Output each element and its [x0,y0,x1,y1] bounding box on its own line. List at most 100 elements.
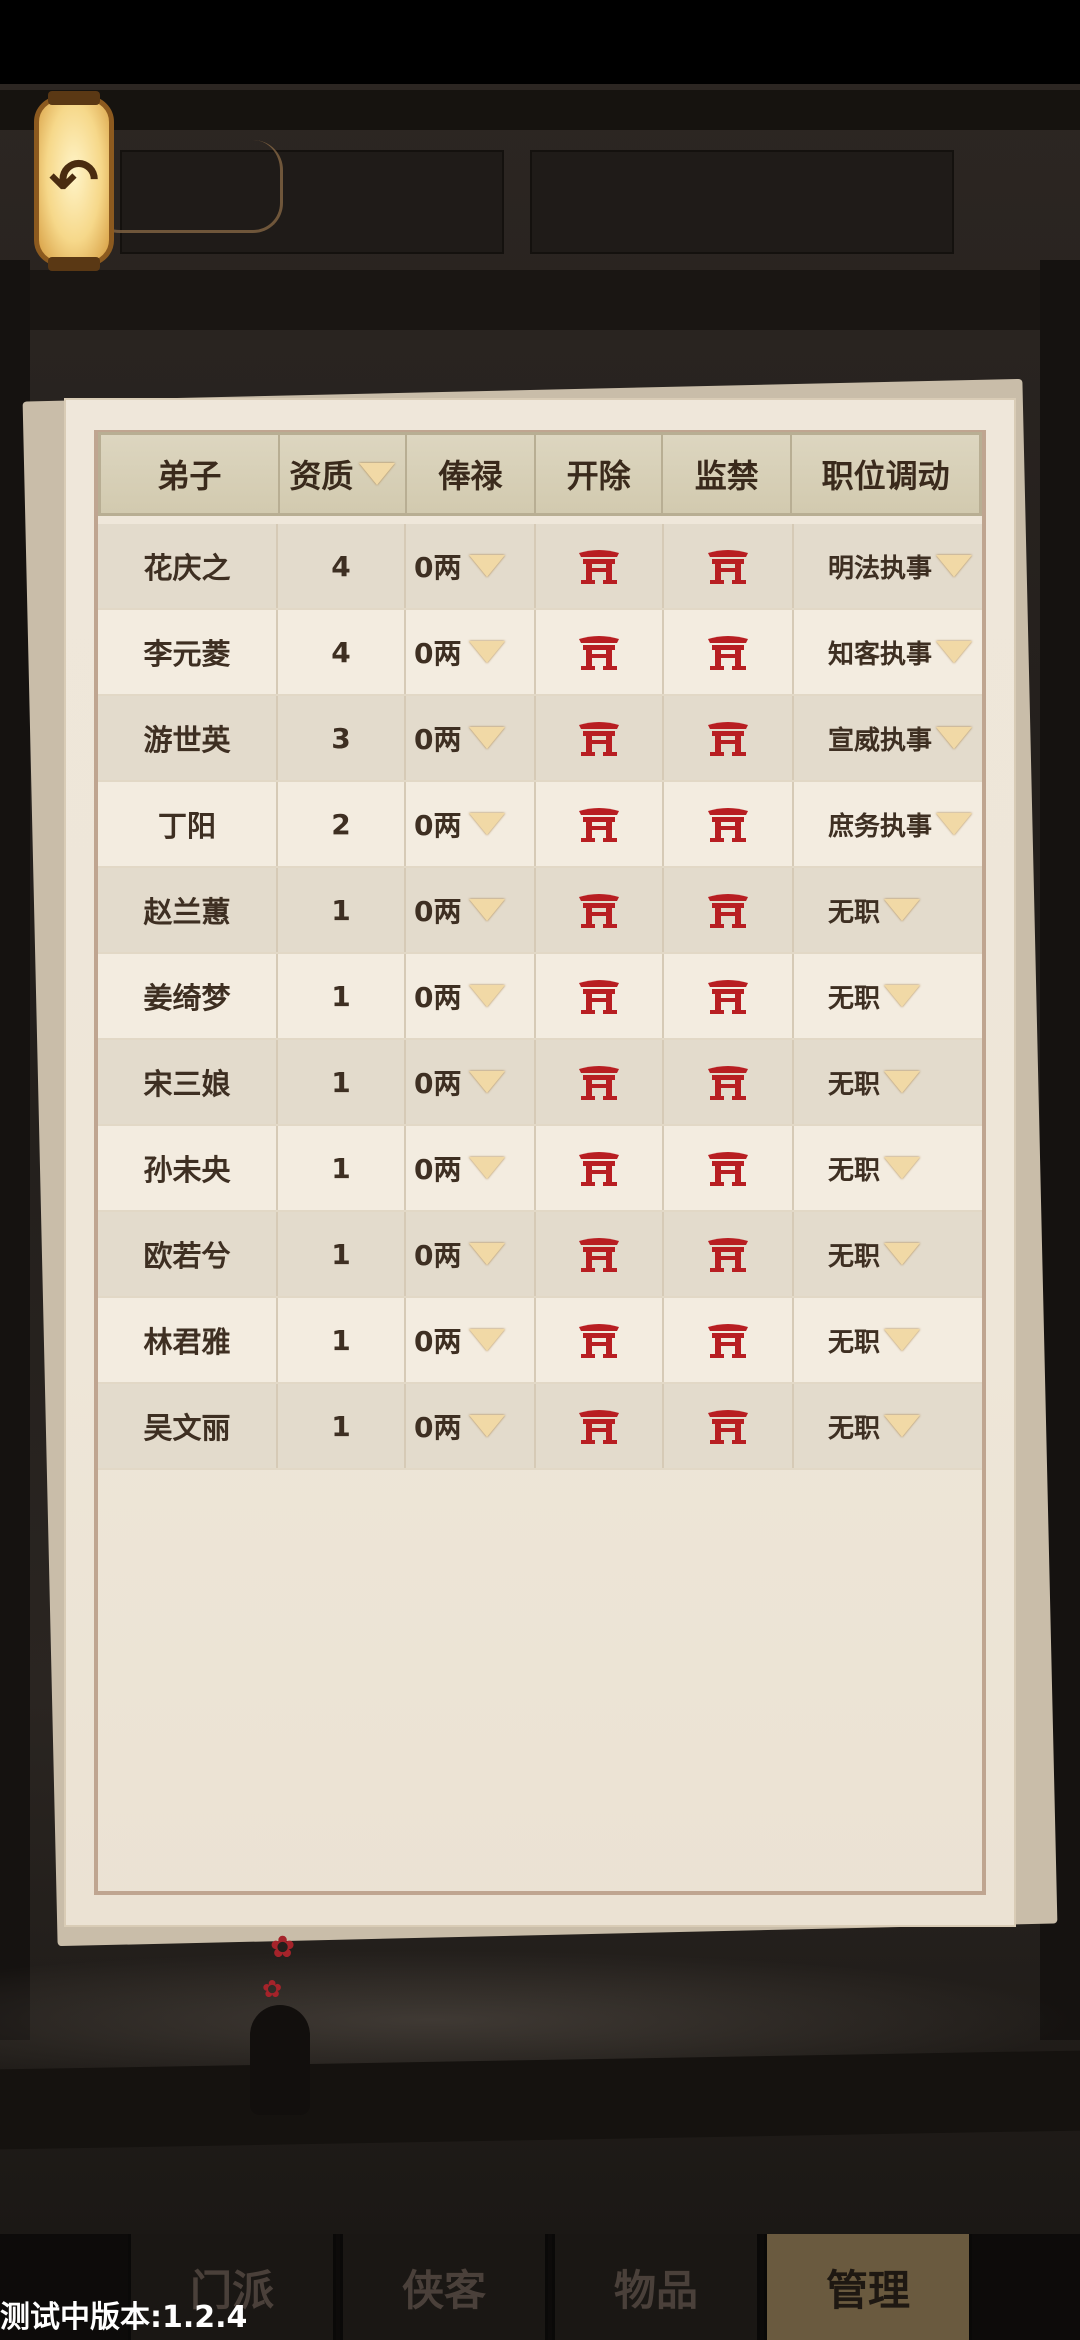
dropdown-triangle-icon [469,1329,506,1351]
position-dropdown[interactable]: 无职 [794,868,982,952]
imprison-button[interactable] [664,1384,794,1468]
aptitude-value: 1 [278,1298,406,1382]
gate-icon [708,636,748,670]
dropdown-triangle-icon [936,813,973,835]
position-dropdown[interactable]: 无职 [794,1298,982,1382]
position-dropdown[interactable]: 宣威执事 [794,696,982,780]
position-value: 知客执事 [828,639,933,670]
disciple-name: 姜绮梦 [98,954,278,1038]
dismiss-button[interactable] [536,610,664,694]
tab-manage[interactable]: 管理 [764,2234,972,2340]
dropdown-triangle-icon [469,1157,506,1179]
imprison-button[interactable] [664,1040,794,1124]
table-row: 赵兰蕙 1 0两 无职 [98,868,982,954]
dismiss-button[interactable] [536,524,664,608]
table-row: 林君雅 1 0两 无职 [98,1298,982,1384]
gate-icon [579,894,619,928]
salary-value: 0两 [414,981,462,1014]
position-value: 无职 [828,1155,881,1186]
salary-dropdown[interactable]: 0两 [406,1040,536,1124]
salary-dropdown[interactable]: 0两 [406,610,536,694]
dropdown-triangle-icon [359,463,396,485]
dismiss-button[interactable] [536,696,664,780]
salary-dropdown[interactable]: 0两 [406,954,536,1038]
dismiss-button[interactable] [536,1040,664,1124]
salary-dropdown[interactable]: 0两 [406,1126,536,1210]
salary-dropdown[interactable]: 0两 [406,524,536,608]
salary-dropdown[interactable]: 0两 [406,1384,536,1468]
vase [250,2005,310,2115]
dropdown-triangle-icon [469,813,506,835]
salary-value: 0两 [414,637,462,670]
dropdown-triangle-icon [884,899,921,921]
position-dropdown[interactable]: 明法执事 [794,524,982,608]
aptitude-value: 1 [278,1212,406,1296]
dismiss-button[interactable] [536,1298,664,1382]
dropdown-triangle-icon [936,727,973,749]
position-dropdown[interactable]: 无职 [794,1384,982,1468]
back-arrow-icon: ↶ [48,146,100,216]
header-position: 职位调动 [821,457,950,495]
salary-dropdown[interactable]: 0两 [406,696,536,780]
plum-blossom: ✿ [262,1975,283,2003]
imprison-button[interactable] [664,610,794,694]
salary-value: 0两 [414,1325,462,1358]
header-aptitude-label: 资质 [289,457,354,495]
back-button[interactable]: ↶ [34,91,114,271]
disciple-name: 游世英 [98,696,278,780]
dismiss-button[interactable] [536,954,664,1038]
dismiss-button[interactable] [536,1384,664,1468]
position-dropdown[interactable]: 知客执事 [794,610,982,694]
imprison-button[interactable] [664,524,794,608]
dismiss-button[interactable] [536,1212,664,1296]
table-row: 丁阳 2 0两 庶务执事 [98,782,982,868]
gate-icon [579,1324,619,1358]
disciple-name: 欧若兮 [98,1212,278,1296]
lattice-panel-right [530,150,954,254]
imprison-button[interactable] [664,954,794,1038]
imprison-button[interactable] [664,1126,794,1210]
imprison-button[interactable] [664,1212,794,1296]
dropdown-triangle-icon [469,985,506,1007]
position-value: 庶务执事 [828,811,933,842]
dropdown-triangle-icon [469,1415,506,1437]
position-value: 无职 [828,1327,881,1358]
salary-dropdown[interactable]: 0两 [406,782,536,866]
position-dropdown[interactable]: 庶务执事 [794,782,982,866]
dropdown-triangle-icon [936,641,973,663]
position-dropdown[interactable]: 无职 [794,1126,982,1210]
header-salary: 俸禄 [407,435,537,513]
dismiss-button[interactable] [536,782,664,866]
tab-heroes[interactable]: 侠客 [340,2234,548,2340]
salary-dropdown[interactable]: 0两 [406,868,536,952]
dropdown-triangle-icon [469,727,506,749]
dropdown-triangle-icon [469,641,506,663]
aptitude-value: 3 [278,696,406,780]
header-imprison: 监禁 [663,435,793,513]
dismiss-button[interactable] [536,1126,664,1210]
disciple-table: 弟子 资质 俸禄 开除 监禁 职位调动 花庆之 4 0两 明法执事 李元菱 4 … [98,432,982,1470]
dismiss-button[interactable] [536,868,664,952]
plum-blossom: ✿ [270,1930,296,1965]
tab-items[interactable]: 物品 [552,2234,760,2340]
position-dropdown[interactable]: 无职 [794,954,982,1038]
header-aptitude-sort[interactable]: 资质 [280,435,407,513]
gate-icon [579,636,619,670]
salary-dropdown[interactable]: 0两 [406,1212,536,1296]
salary-dropdown[interactable]: 0两 [406,1298,536,1382]
position-dropdown[interactable]: 无职 [794,1212,982,1296]
position-dropdown[interactable]: 无职 [794,1040,982,1124]
imprison-button[interactable] [664,696,794,780]
position-value: 无职 [828,1241,881,1272]
gate-icon [708,1152,748,1186]
table-row: 游世英 3 0两 宣威执事 [98,696,982,782]
disciple-name: 花庆之 [98,524,278,608]
imprison-button[interactable] [664,1298,794,1382]
imprison-button[interactable] [664,782,794,866]
table-row: 花庆之 4 0两 明法执事 [98,524,982,610]
table-row: 姜绮梦 1 0两 无职 [98,954,982,1040]
gate-icon [579,980,619,1014]
salary-value: 0两 [414,1153,462,1186]
imprison-button[interactable] [664,868,794,952]
roof-beam [0,90,1080,130]
